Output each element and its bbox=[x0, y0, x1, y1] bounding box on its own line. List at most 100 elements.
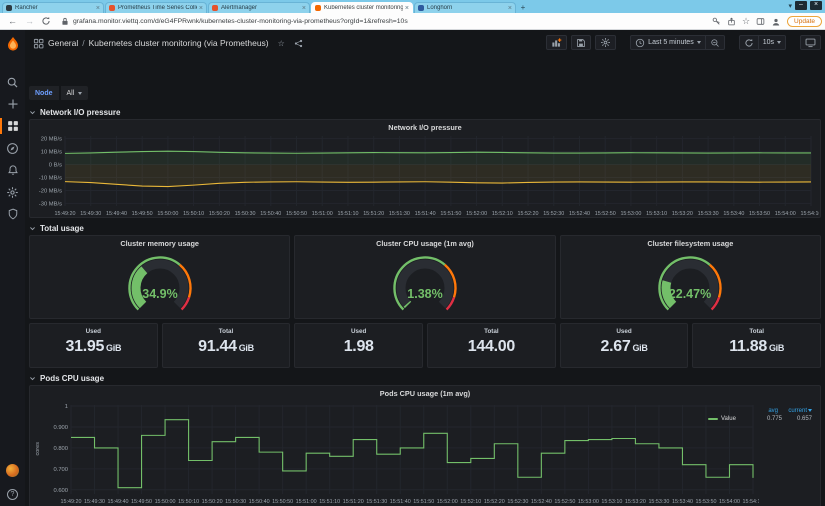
dashboard-title[interactable]: Kubernetes cluster monitoring (via Prome… bbox=[89, 38, 269, 48]
share-dashboard-button[interactable] bbox=[294, 39, 303, 48]
svg-text:15:51:20: 15:51:20 bbox=[363, 211, 384, 217]
add-panel-button[interactable] bbox=[546, 35, 567, 50]
zoom-out-button[interactable] bbox=[706, 35, 725, 50]
stat-value: 11.88GiB bbox=[729, 338, 784, 356]
row-header-total-usage[interactable]: Total usage bbox=[29, 222, 821, 234]
svg-text:15:53:40: 15:53:40 bbox=[723, 211, 744, 217]
panel-stat[interactable]: Total144.00 bbox=[427, 323, 556, 368]
svg-text:15:52:50: 15:52:50 bbox=[595, 211, 616, 217]
window-close-button[interactable]: × bbox=[810, 1, 822, 10]
legend-col-avg[interactable]: avg bbox=[748, 408, 778, 414]
row-header-pods[interactable]: Pods CPU usage bbox=[29, 372, 821, 384]
tab-search-chevron-icon[interactable]: ▾ bbox=[788, 2, 792, 10]
side-panel-icon[interactable] bbox=[756, 17, 765, 26]
svg-text:15:51:20: 15:51:20 bbox=[343, 499, 364, 505]
svg-text:15:49:40: 15:49:40 bbox=[108, 499, 129, 505]
new-tab-button[interactable]: + bbox=[517, 3, 529, 13]
svg-text:15:51:00: 15:51:00 bbox=[296, 499, 317, 505]
svg-text:15:52:40: 15:52:40 bbox=[569, 211, 590, 217]
sidebar-item-dashboards[interactable] bbox=[0, 116, 25, 136]
dashboard-settings-button[interactable] bbox=[595, 35, 616, 50]
panel-title[interactable]: Cluster filesystem usage bbox=[561, 239, 820, 248]
back-button[interactable]: ← bbox=[8, 16, 17, 26]
browser-tab[interactable]: Prometheus Time Series Collecti× bbox=[105, 2, 207, 13]
browser-url-bar: ← → grafana.monitor.viettq.com/d/eG4FPRw… bbox=[0, 13, 825, 30]
svg-text:-30 MB/s: -30 MB/s bbox=[39, 201, 62, 207]
svg-text:15:53:30: 15:53:30 bbox=[698, 211, 719, 217]
variable-value-dropdown[interactable]: All bbox=[61, 86, 89, 100]
panel-gauge[interactable]: Cluster memory usage 34.9% bbox=[29, 235, 290, 319]
breadcrumb-folder[interactable]: General bbox=[48, 38, 78, 48]
gauge: 34.9% bbox=[80, 250, 240, 314]
sidebar-item-explore[interactable] bbox=[0, 138, 25, 158]
tab-close-icon[interactable]: × bbox=[302, 5, 306, 12]
window-minimize-button[interactable]: – bbox=[795, 1, 807, 10]
panel-stat[interactable]: Used1.98 bbox=[294, 323, 423, 368]
share-icon[interactable] bbox=[727, 17, 736, 26]
svg-text:15:54:10: 15:54:10 bbox=[801, 211, 819, 217]
save-dashboard-button[interactable] bbox=[571, 35, 591, 50]
panel-title[interactable]: Network I/O pressure bbox=[30, 123, 820, 132]
svg-text:15:51:50: 15:51:50 bbox=[440, 211, 461, 217]
chevron-down-icon bbox=[29, 109, 36, 116]
panel-stat[interactable]: Total11.88GiB bbox=[692, 323, 821, 368]
panel-network-io[interactable]: Network I/O pressure 20 MB/s10 MB/s0 B/s… bbox=[29, 119, 821, 218]
password-key-icon[interactable] bbox=[712, 17, 721, 26]
svg-text:15:51:50: 15:51:50 bbox=[413, 499, 434, 505]
sidebar-item-configuration[interactable] bbox=[0, 182, 25, 202]
browser-tab[interactable]: Longhorn× bbox=[414, 2, 516, 13]
sidebar-item-alerting[interactable] bbox=[0, 160, 25, 180]
navbar-actions: Last 5 minutes 10s bbox=[546, 35, 821, 50]
browser-tab[interactable]: Alertmanager× bbox=[208, 2, 310, 13]
sidebar-item-server-admin[interactable] bbox=[0, 204, 25, 224]
panel-title[interactable]: Cluster memory usage bbox=[30, 239, 289, 248]
gauges-row: Cluster memory usage 34.9% Cluster CPU usa… bbox=[29, 235, 821, 319]
tab-close-icon[interactable]: × bbox=[96, 5, 100, 12]
row-header-network[interactable]: Network I/O pressure bbox=[29, 106, 821, 118]
url-text[interactable]: grafana.monitor.viettq.com/d/eG4FPRwnk/k… bbox=[73, 18, 408, 25]
profile-icon[interactable] bbox=[771, 17, 781, 27]
legend-col-current[interactable]: current bbox=[778, 408, 812, 414]
time-range-button[interactable]: Last 5 minutes bbox=[630, 35, 706, 50]
tab-close-icon[interactable]: × bbox=[199, 5, 203, 12]
tab-close-icon[interactable]: × bbox=[508, 5, 512, 12]
stat-label: Used bbox=[86, 328, 101, 335]
panel-stat[interactable]: Used2.67GiB bbox=[560, 323, 689, 368]
tab-title: Rancher bbox=[15, 5, 94, 11]
cycle-view-button[interactable] bbox=[800, 35, 821, 50]
user-avatar[interactable] bbox=[0, 460, 25, 480]
browser-tab[interactable]: Kubernetes cluster monitoring (v× bbox=[311, 2, 413, 13]
sidebar-item-create[interactable] bbox=[0, 94, 25, 114]
panel-stat[interactable]: Total91.44GiB bbox=[162, 323, 291, 368]
tab-close-icon[interactable]: × bbox=[405, 5, 409, 12]
panel-title[interactable]: Cluster CPU usage (1m avg) bbox=[295, 239, 554, 248]
help-icon[interactable]: ? bbox=[0, 484, 25, 504]
sidebar-item-search[interactable] bbox=[0, 72, 25, 92]
chevron-down-icon bbox=[29, 375, 36, 382]
chevron-down-icon bbox=[78, 92, 82, 95]
reload-button[interactable] bbox=[41, 16, 51, 26]
refresh-dashboard-button[interactable] bbox=[739, 35, 759, 50]
grafana-logo[interactable] bbox=[0, 34, 25, 54]
panel-title[interactable]: Pods CPU usage (1m avg) bbox=[30, 389, 820, 398]
panel-gauge[interactable]: Cluster filesystem usage22.47% bbox=[560, 235, 821, 319]
bookmark-star-icon[interactable]: ☆ bbox=[742, 16, 750, 27]
star-dashboard-button[interactable]: ☆ bbox=[278, 39, 285, 48]
update-button[interactable]: Update bbox=[787, 16, 822, 27]
refresh-interval-select[interactable]: 10s bbox=[759, 35, 786, 50]
legend-row[interactable]: Value 0.775 0.657 bbox=[708, 416, 812, 422]
svg-text:10 MB/s: 10 MB/s bbox=[41, 150, 62, 156]
browser-tab[interactable]: Rancher× bbox=[2, 2, 104, 13]
panel-stat[interactable]: Used31.95GiB bbox=[29, 323, 158, 368]
svg-text:15:53:10: 15:53:10 bbox=[601, 499, 622, 505]
svg-text:15:52:50: 15:52:50 bbox=[554, 499, 575, 505]
forward-button[interactable]: → bbox=[25, 16, 34, 26]
stat-value: 144.00 bbox=[468, 338, 515, 356]
chevron-down-icon bbox=[697, 41, 701, 44]
dashboard-navbar: General / Kubernetes cluster monitoring … bbox=[25, 30, 825, 56]
stats-row: Used31.95GiBTotal91.44GiBUsed1.98Total14… bbox=[29, 323, 821, 368]
svg-text:15:53:50: 15:53:50 bbox=[695, 499, 716, 505]
panel-pods-cpu[interactable]: Pods CPU usage (1m avg) 10.9000.8000.700… bbox=[29, 385, 821, 506]
grafana-app: ? General / Kubernetes cluster monitorin… bbox=[0, 30, 825, 506]
panel-gauge[interactable]: Cluster CPU usage (1m avg)1.38% bbox=[294, 235, 555, 319]
